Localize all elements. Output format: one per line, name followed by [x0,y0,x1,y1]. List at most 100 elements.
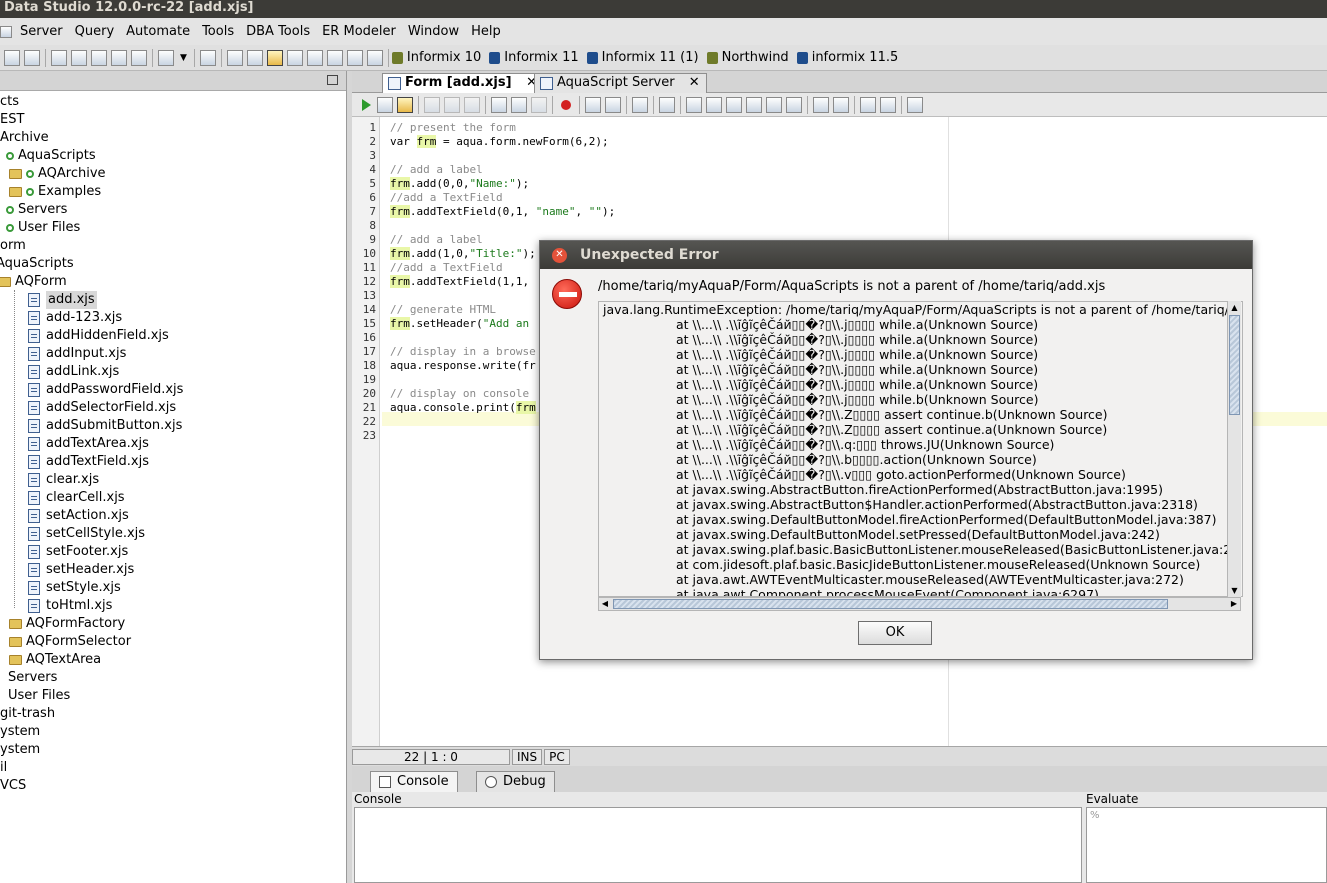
query-builder-icon[interactable] [91,49,107,66]
unindent-icon[interactable] [880,96,896,113]
tree-item[interactable]: EST [0,111,24,129]
import-icon[interactable] [306,49,323,66]
tree-item[interactable]: AquaScripts [0,255,74,273]
compare-icon[interactable] [246,49,263,66]
debug-run-icon[interactable] [397,96,413,113]
tree-item[interactable]: ystem [0,741,40,759]
tree-item[interactable]: add.xjs [28,291,97,309]
menu-window[interactable]: Window [402,24,465,39]
stack-trace[interactable]: java.lang.RuntimeException: /home/tariq/… [598,301,1243,597]
tree-item[interactable]: addTextField.xjs [28,453,149,471]
script-icon[interactable] [131,49,147,66]
tree-item[interactable]: add-123.xjs [28,309,122,327]
connection-informix-11[interactable]: Informix 11 [489,50,579,65]
scroll-left-icon[interactable]: ◀ [600,599,610,609]
menu-dba-tools[interactable]: DBA Tools [240,24,316,39]
menu-server[interactable]: Server [14,24,69,39]
connection-northwind[interactable]: Northwind [706,50,789,65]
form-icon[interactable] [266,49,283,66]
tree-item[interactable]: clearCell.xjs [28,489,125,507]
procedure-icon[interactable] [111,49,127,66]
tree-item[interactable]: AQForm [0,273,67,291]
tree-item[interactable]: setStyle.xjs [28,579,121,597]
ok-button[interactable]: OK [858,621,932,645]
tree-item[interactable]: AQFormFactory [9,615,125,633]
connection-informix-11-5[interactable]: informix 11.5 [796,50,898,65]
layout-icon[interactable] [346,49,363,66]
query-analyzer-icon[interactable] [71,49,87,66]
select-icon[interactable] [686,96,702,113]
run-icon[interactable] [362,98,371,111]
tree-item[interactable]: User Files [8,687,70,705]
tree-item[interactable]: orm [0,237,26,255]
tree-item[interactable]: addSubmitButton.xjs [28,417,182,435]
menu-automate[interactable]: Automate [120,24,196,39]
tab-aquascript-server[interactable]: AquaScript Server ✕ [534,73,707,93]
resume-icon[interactable] [424,96,440,113]
tree-item[interactable]: setAction.xjs [28,507,129,525]
tree-item[interactable]: AquaScripts [6,147,96,165]
tree-item[interactable]: Servers [8,669,57,687]
tree-item[interactable]: AQTextArea [9,651,101,669]
scroll-down-icon[interactable]: ▼ [1230,586,1239,595]
copy-icon[interactable] [726,96,742,113]
undo-icon[interactable] [766,96,782,113]
close-tab-icon[interactable]: ✕ [689,75,700,90]
tree-item[interactable]: AQArchive [9,165,106,183]
scrollbar-thumb[interactable] [1229,315,1240,415]
trace-horizontal-scrollbar[interactable]: ◀ ▶ [598,597,1241,611]
tree-item[interactable]: addSelectorField.xjs [28,399,176,417]
outline-icon[interactable] [907,96,923,113]
trace-vertical-scrollbar[interactable]: ▲ ▼ [1227,301,1241,597]
save-as-icon[interactable] [605,96,621,113]
menu-er-modeler[interactable]: ER Modeler [316,24,402,39]
tab-form-add-xjs[interactable]: Form [add.xjs] ✕ [382,73,544,94]
pause-icon[interactable] [464,96,480,113]
scrollbar-thumb[interactable] [613,599,1168,609]
step-out-icon[interactable] [531,96,547,113]
menu-query[interactable]: Query [69,24,121,39]
indent-icon[interactable] [860,96,876,113]
query-window-icon[interactable] [51,49,67,66]
connection-informix-10[interactable]: Informix 10 [391,50,481,65]
tree-item[interactable]: addHiddenField.xjs [28,327,169,345]
paste-icon[interactable] [746,96,762,113]
close-dialog-icon[interactable]: ✕ [552,248,567,263]
redo-icon[interactable] [786,96,802,113]
find-icon[interactable] [813,96,829,113]
menu-tools[interactable]: Tools [196,24,240,39]
restore-panel-icon[interactable] [327,75,338,85]
tree-item[interactable]: ystem [0,723,40,741]
scroll-right-icon[interactable]: ▶ [1229,599,1239,609]
tab-console[interactable]: Console [370,771,458,792]
replace-icon[interactable] [833,96,849,113]
menu-help[interactable]: Help [465,24,507,39]
stop-icon[interactable] [444,96,460,113]
tree-item[interactable]: Archive [0,129,49,147]
tree-item[interactable]: il [0,759,7,777]
page-setup-icon[interactable] [659,96,675,113]
breakpoint-icon[interactable] [561,99,571,110]
connection-informix-11-1[interactable]: Informix 11 (1) [586,50,699,65]
tab-debug[interactable]: Debug [476,771,555,792]
tree-item[interactable]: toHtml.xjs [28,597,112,615]
tree-item[interactable]: addTextArea.xjs [28,435,149,453]
new-file-icon[interactable] [158,49,174,66]
schema-icon[interactable] [199,49,216,66]
scroll-up-icon[interactable]: ▲ [1230,303,1239,312]
tree-item[interactable]: Servers [6,201,67,219]
tree-item[interactable]: addLink.xjs [28,363,119,381]
tree-item[interactable]: setFooter.xjs [28,543,128,561]
evaluate-input[interactable]: % [1086,807,1327,883]
tree-item[interactable]: Examples [9,183,101,201]
chart-icon[interactable] [366,49,383,66]
cut-icon[interactable] [706,96,722,113]
tree-item[interactable]: setHeader.xjs [28,561,134,579]
step-over-icon[interactable] [511,96,527,113]
disconnect-icon[interactable] [24,49,40,66]
tree-item[interactable]: clear.xjs [28,471,99,489]
tree-item[interactable]: cts [0,93,19,111]
tree-item[interactable]: addPasswordField.xjs [28,381,183,399]
tree-item[interactable]: setCellStyle.xjs [28,525,145,543]
tree-item[interactable]: AQFormSelector [9,633,131,651]
